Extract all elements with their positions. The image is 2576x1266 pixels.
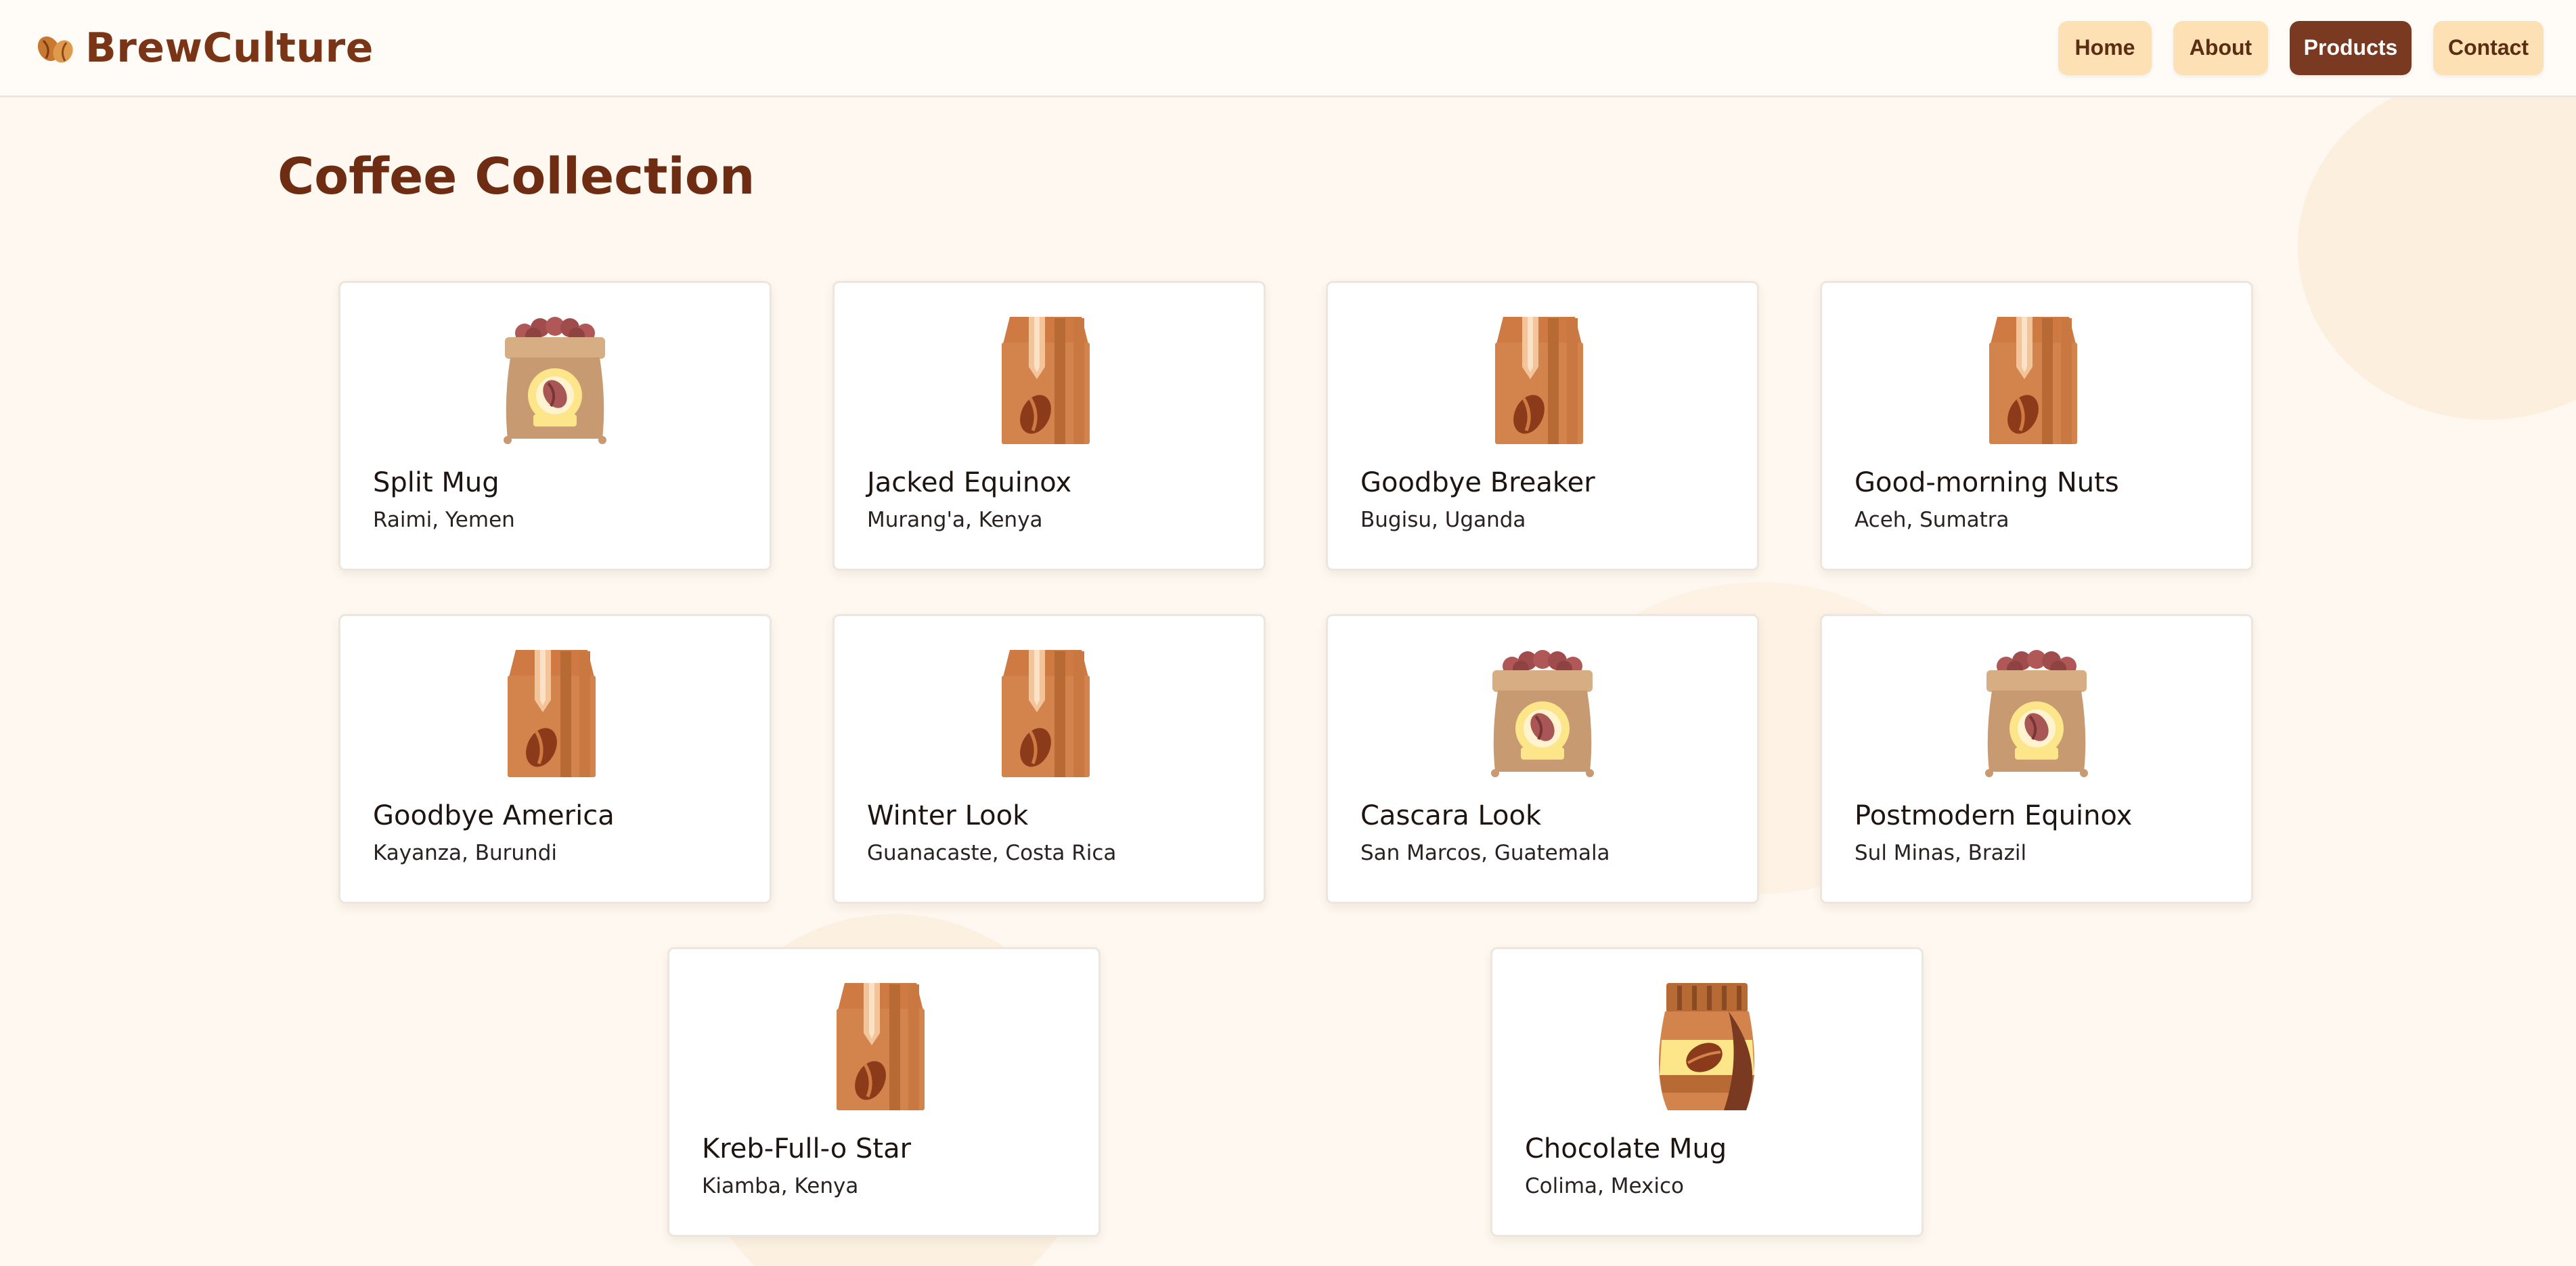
coffee-sack-icon bbox=[487, 313, 623, 448]
product-name: Good-morning Nuts bbox=[1855, 467, 2119, 498]
coffee-bag-icon bbox=[981, 313, 1117, 448]
product-origin: Bugisu, Uganda bbox=[1360, 508, 1526, 532]
product-card[interactable]: Kreb-Full-o Star Kiamba, Kenya bbox=[667, 947, 1101, 1237]
product-origin: Murang'a, Kenya bbox=[867, 508, 1043, 532]
brand[interactable]: BrewCulture bbox=[34, 24, 374, 72]
coffee-pouch-icon bbox=[1639, 979, 1775, 1114]
nav-about[interactable]: About bbox=[2173, 20, 2268, 75]
product-origin: Kayanza, Burundi bbox=[373, 841, 557, 865]
product-origin: Aceh, Sumatra bbox=[1855, 508, 2009, 532]
product-name: Kreb-Full-o Star bbox=[702, 1133, 912, 1164]
site-header: BrewCulture Home About Products Contact bbox=[0, 0, 2576, 97]
product-card[interactable]: Jacked Equinox Murang'a, Kenya bbox=[832, 281, 1266, 571]
product-card[interactable]: Good-morning Nuts Aceh, Sumatra bbox=[1820, 281, 2253, 571]
page: BrewCulture Home About Products Contact … bbox=[0, 0, 2576, 1266]
product-card[interactable]: Winter Look Guanacaste, Costa Rica bbox=[832, 614, 1266, 904]
coffee-bag-icon bbox=[1969, 313, 2104, 448]
product-card[interactable]: Postmodern Equinox Sul Minas, Brazil bbox=[1820, 614, 2253, 904]
coffee-sack-icon bbox=[1475, 646, 1610, 781]
coffee-bag-icon bbox=[816, 979, 952, 1114]
coffee-bag-icon bbox=[487, 646, 623, 781]
coffee-bag-icon bbox=[981, 646, 1117, 781]
main-nav: Home About Products Contact bbox=[2058, 20, 2544, 75]
product-name: Chocolate Mug bbox=[1525, 1133, 1727, 1164]
product-name: Winter Look bbox=[867, 800, 1029, 831]
product-name: Goodbye Breaker bbox=[1360, 467, 1595, 498]
product-origin: San Marcos, Guatemala bbox=[1360, 841, 1610, 865]
product-name: Split Mug bbox=[373, 467, 499, 498]
product-origin: Kiamba, Kenya bbox=[702, 1174, 859, 1198]
background-blob bbox=[2298, 74, 2576, 420]
product-origin: Colima, Mexico bbox=[1525, 1174, 1684, 1198]
product-name: Goodbye America bbox=[373, 800, 615, 831]
nav-home[interactable]: Home bbox=[2058, 20, 2152, 75]
product-origin: Guanacaste, Costa Rica bbox=[867, 841, 1117, 865]
coffee-bag-icon bbox=[1475, 313, 1610, 448]
product-origin: Sul Minas, Brazil bbox=[1855, 841, 2027, 865]
product-name: Jacked Equinox bbox=[867, 467, 1072, 498]
product-card[interactable]: Chocolate Mug Colima, Mexico bbox=[1490, 947, 1924, 1237]
nav-contact[interactable]: Contact bbox=[2433, 20, 2544, 75]
product-name: Postmodern Equinox bbox=[1855, 800, 2133, 831]
coffee-beans-icon bbox=[37, 36, 73, 63]
nav-products[interactable]: Products bbox=[2290, 20, 2412, 75]
product-card[interactable]: Goodbye America Kayanza, Burundi bbox=[338, 614, 772, 904]
coffee-sack-icon bbox=[1969, 646, 2104, 781]
product-origin: Raimi, Yemen bbox=[373, 508, 515, 532]
product-card[interactable]: Split Mug Raimi, Yemen bbox=[338, 281, 772, 571]
page-title: Coffee Collection bbox=[277, 148, 755, 206]
product-name: Cascara Look bbox=[1360, 800, 1542, 831]
product-card[interactable]: Cascara Look San Marcos, Guatemala bbox=[1326, 614, 1759, 904]
product-card[interactable]: Goodbye Breaker Bugisu, Uganda bbox=[1326, 281, 1759, 571]
brand-name: BrewCulture bbox=[85, 24, 374, 72]
